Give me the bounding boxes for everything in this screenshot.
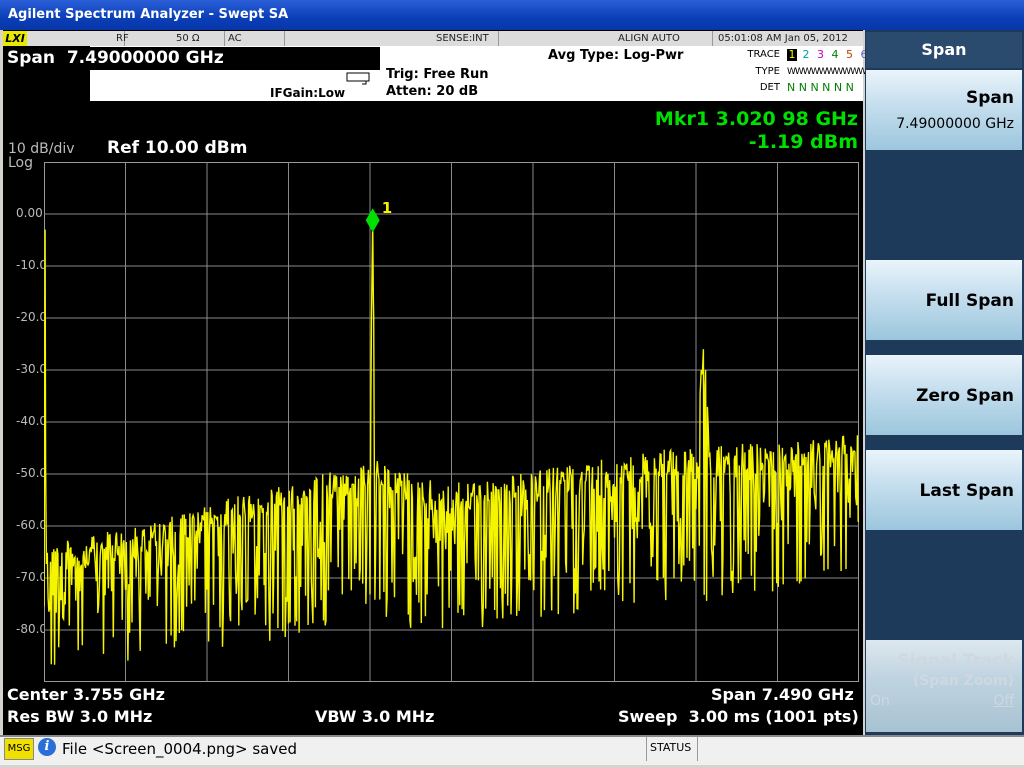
full-span-label: Full Span <box>925 291 1014 311</box>
marker-amplitude-readout: -1.19 dBm <box>748 131 858 153</box>
ifgain-readout: IFGain:Low <box>270 86 346 100</box>
active-function-readout: Span 7.49000000 GHz <box>3 47 380 70</box>
date-time: 05:01:08 AM Jan 05, 2012 <box>718 33 848 44</box>
softkey-menu-title: Span <box>866 32 1022 68</box>
span-readout: Span 7.49000000 GHz <box>7 48 224 68</box>
signal-track-softkey[interactable]: Signal Track (Span Zoom) On Off <box>866 640 1022 732</box>
trace-1-number[interactable]: 1 <box>787 49 797 61</box>
trigger-atten-readout: Trig: Free Run Atten: 20 dB <box>386 66 488 100</box>
zero-span-label: Zero Span <box>916 386 1014 406</box>
trace-5-number[interactable]: 5 <box>844 49 855 61</box>
trace-status-box: TRACE TYPE DET 1 2 3 4 5 6 WWWWWWWWWWWW … <box>742 47 882 97</box>
y-tick-label: -20.0 <box>16 310 48 324</box>
trace-3-number[interactable]: 3 <box>815 49 826 61</box>
trigger-icon <box>346 72 370 85</box>
marker-1-label: 1 <box>382 199 392 217</box>
trace-2-number[interactable]: 2 <box>801 49 812 61</box>
zero-span-softkey[interactable]: Zero Span <box>866 355 1022 435</box>
avg-type-readout: Avg Type: Log-Pwr <box>548 48 684 63</box>
status-label[interactable]: STATUS <box>650 741 691 754</box>
y-tick-label: 0.00 <box>16 206 43 220</box>
y-tick-label: -40.0 <box>16 414 48 428</box>
y-tick-label: -80.0 <box>16 622 48 636</box>
impedance-indicator: 50 Ω <box>173 31 225 46</box>
span-zoom-label: (Span Zoom) <box>912 673 1014 689</box>
last-span-label: Last Span <box>919 481 1014 501</box>
window-title: Agilent Spectrum Analyzer - Swept SA <box>8 7 289 22</box>
y-tick-label: -50.0 <box>16 466 48 480</box>
reference-level: Ref 10.00 dBm <box>107 138 248 158</box>
instrument-status-row: LXI RF 50 Ω AC SENSE:INT ALIGN AUTO 05:0… <box>3 31 863 46</box>
y-tick-label: -60.0 <box>16 518 48 532</box>
signal-track-on-option: On <box>870 693 890 709</box>
signal-track-label: Signal Track <box>897 651 1014 671</box>
span-frequency: Span 7.490 GHz <box>711 685 854 704</box>
y-tick-label: -30.0 <box>16 362 48 376</box>
signal-track-off-option: Off <box>993 693 1014 709</box>
y-tick-label: -10.0 <box>16 258 48 272</box>
span-softkey-label: Span <box>966 88 1014 108</box>
resolution-bandwidth: Res BW 3.0 MHz <box>7 707 153 726</box>
video-bandwidth: VBW 3.0 MHz <box>315 707 435 726</box>
spectrum-plot[interactable]: 1 <box>44 162 859 682</box>
sense-indicator: SENSE:INT <box>433 31 499 46</box>
trace-detector-row: N N N N N N <box>787 81 854 94</box>
align-indicator: ALIGN AUTO <box>615 31 713 46</box>
message-text: File <Screen_0004.png> saved <box>62 740 297 758</box>
y-tick-label: -70.0 <box>16 570 48 584</box>
last-span-softkey[interactable]: Last Span <box>866 450 1022 530</box>
det-label: DET <box>759 82 780 93</box>
center-frequency: Center 3.755 GHz <box>7 685 165 704</box>
window-title-bar: Agilent Spectrum Analyzer - Swept SA <box>0 0 1024 30</box>
atten-readout: Atten: 20 dB <box>386 84 479 99</box>
marker-frequency-readout: Mkr1 3.020 98 GHz <box>654 108 858 130</box>
span-softkey[interactable]: Span 7.49000000 GHz <box>866 70 1022 150</box>
info-icon: i <box>38 738 56 756</box>
lxi-indicator: LXI <box>3 31 27 46</box>
trace-4-number[interactable]: 4 <box>830 49 841 61</box>
span-softkey-value: 7.49000000 GHz <box>896 116 1014 132</box>
message-tag[interactable]: MSG <box>4 738 34 760</box>
full-span-softkey[interactable]: Full Span <box>866 260 1022 340</box>
trace-number-row: 1 2 3 4 5 6 <box>787 49 870 61</box>
rf-input-indicator: RF <box>116 33 129 44</box>
trigger-readout: Trig: Free Run <box>386 67 489 82</box>
scale-type: Log <box>8 155 34 171</box>
sweep-time: Sweep 3.00 ms (1001 pts) <box>618 707 859 726</box>
type-label: TYPE <box>755 66 780 77</box>
coupling-indicator: AC <box>225 31 285 46</box>
trace-label: TRACE <box>747 49 780 60</box>
